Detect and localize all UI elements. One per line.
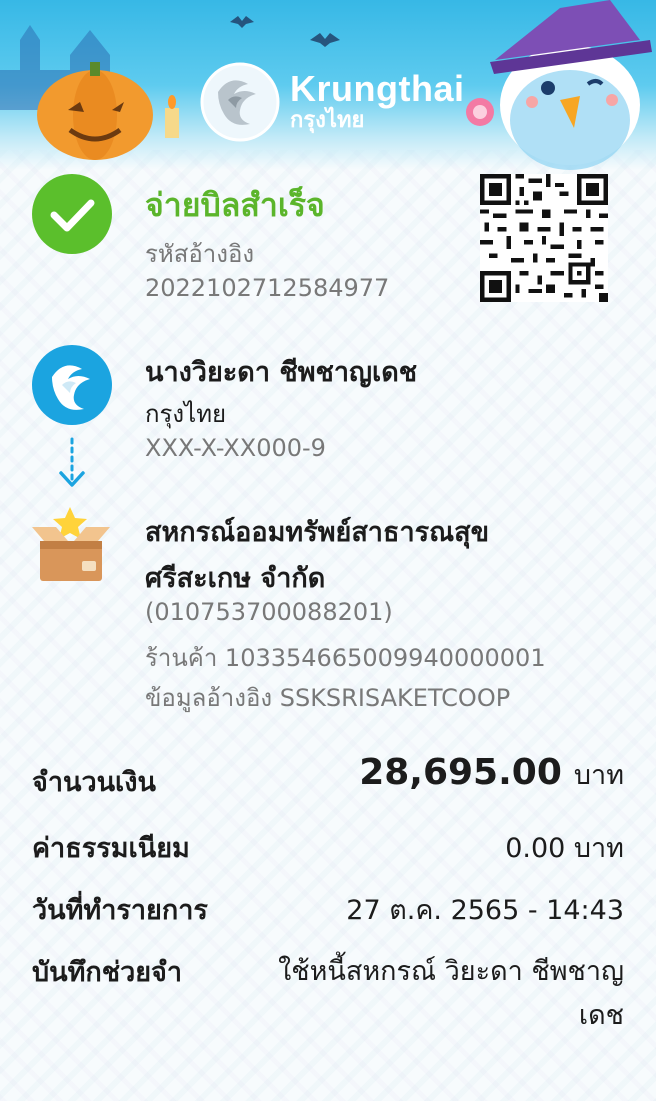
date-value: 27 ต.ค. 2565 - 14:43 [346,895,624,926]
krungthai-logo: Krungthai กรุงไทย [200,62,464,142]
payee-tax-id: (010753700088201) [145,598,393,626]
brand-name-th: กรุงไทย [290,108,365,133]
memo-label: บันทึกช่วยจำ [32,957,183,988]
reference-label: รหัสอ้างอิง [145,240,255,268]
payee-name-line2: ศรีสะเกษ จำกัด [145,563,326,594]
reference-value: 2022102712584977 [145,274,390,302]
qr-code-icon[interactable] [480,174,608,302]
fee-value: 0.00 บาท [505,833,624,864]
date-label: วันที่ทำรายการ [32,895,208,926]
sender-account: XXX-X-XX000-9 [145,434,326,462]
payee-store: ร้านค้า 103354665009940000001 [145,644,546,672]
amount-value: 28,695.00 [359,752,562,793]
sender-name: นางวิยะดา ชีพชาญเดช [145,357,418,388]
payee-reference: ข้อมูลอ้างอิง SSKSRISAKETCOOP [145,684,511,712]
status-title: จ่ายบิลสำเร็จ [145,186,325,224]
brand-name-en: Krungthai [290,68,465,109]
payee-name-line1: สหกรณ์ออมทรัพย์สาธารณสุข [145,517,490,548]
header-banner: Krungthai กรุงไทย [0,0,656,170]
sender-bank: กรุงไทย [145,400,227,428]
krungthai-bank-icon [32,345,112,425]
box-star-icon [32,507,110,581]
memo-value: ใช้หนี้สหกรณ์ วิยะดา ชีพชาญ เดช [278,956,624,1031]
krungthai-bird-icon [200,62,280,142]
arrow-down-icon [59,437,85,487]
amount-row-value: 28,695.00 บาท [359,752,624,796]
success-check-icon [32,174,112,254]
fee-label: ค่าธรรมเนียม [32,833,190,864]
amount-unit: บาท [573,760,624,791]
amount-label: จำนวนเงิน [32,767,156,798]
